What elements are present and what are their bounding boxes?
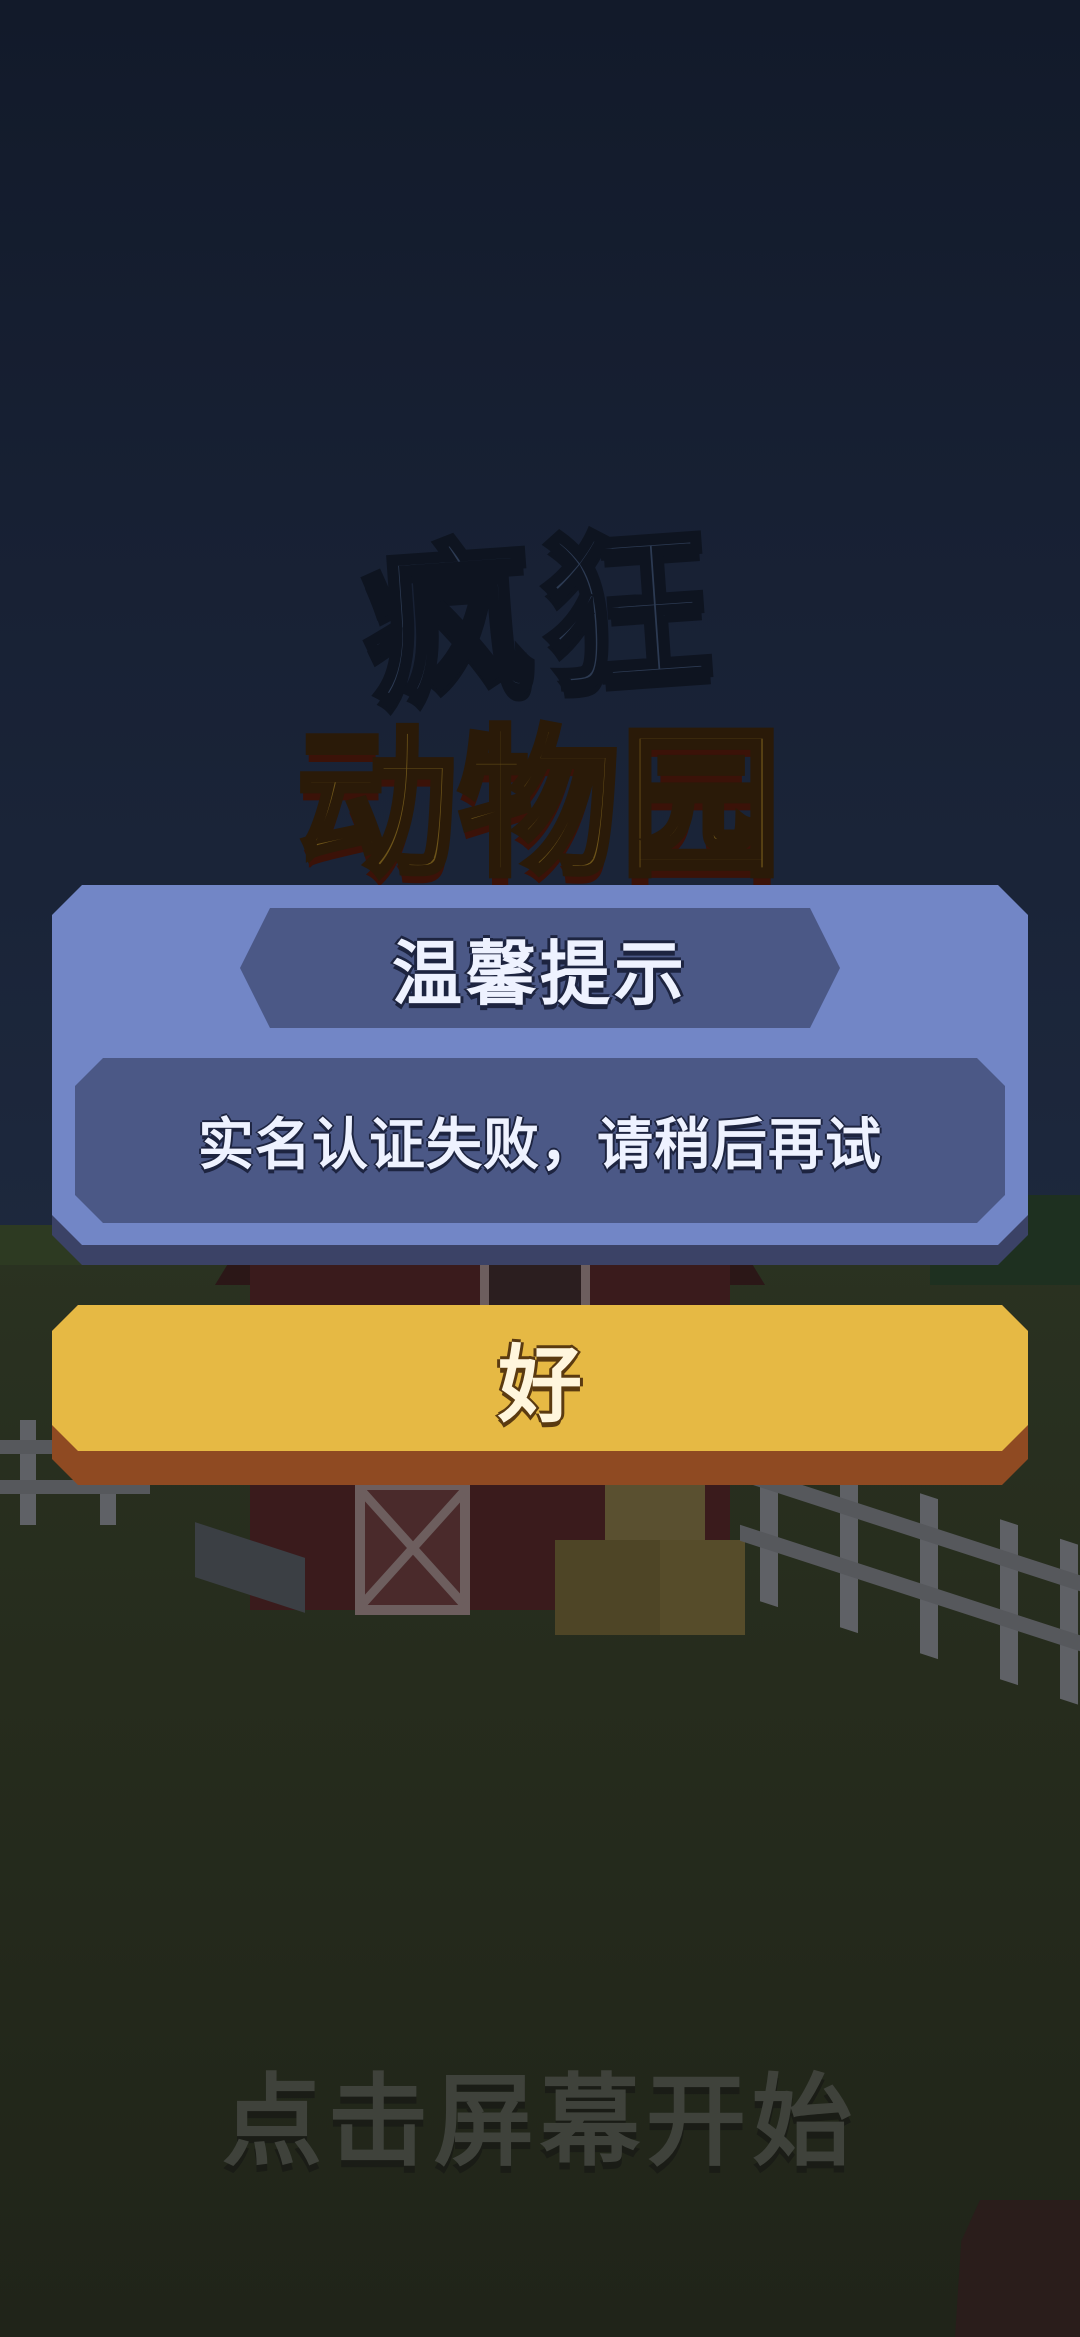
fence-post (1060, 1538, 1078, 1705)
game-logo: 疯狂 动物园 (230, 470, 850, 901)
hay-bale (555, 1540, 665, 1635)
ok-button-face[interactable]: 好 (52, 1305, 1028, 1451)
dialog-title: 温馨提示 (392, 932, 688, 1015)
dialog-title-plate: 温馨提示 (240, 908, 840, 1028)
game-screen[interactable]: 疯狂 动物园 温馨提示 实名认证失败，请稍后再试 好 点击屏幕开始 (0, 0, 1080, 2337)
fence-rail (740, 1524, 1080, 1652)
dialog-message-plate: 实名认证失败，请稍后再试 (75, 1058, 1005, 1223)
barn-door (355, 1480, 470, 1615)
ok-button-label: 好 (497, 1335, 582, 1434)
tree-stump (955, 2200, 1080, 2337)
fence-post (920, 1493, 938, 1660)
dialog-message: 实名认证失败，请稍后再试 (198, 1113, 882, 1178)
hay-bale (660, 1540, 745, 1635)
fence-post (20, 1420, 36, 1525)
logo-title-bottom: 动物园 (294, 708, 784, 901)
fence-post (1000, 1519, 1018, 1686)
tap-to-start-prompt[interactable]: 点击屏幕开始 (0, 2040, 1080, 2185)
ok-button[interactable]: 好 (52, 1305, 1028, 1485)
fence-post (840, 1467, 858, 1634)
